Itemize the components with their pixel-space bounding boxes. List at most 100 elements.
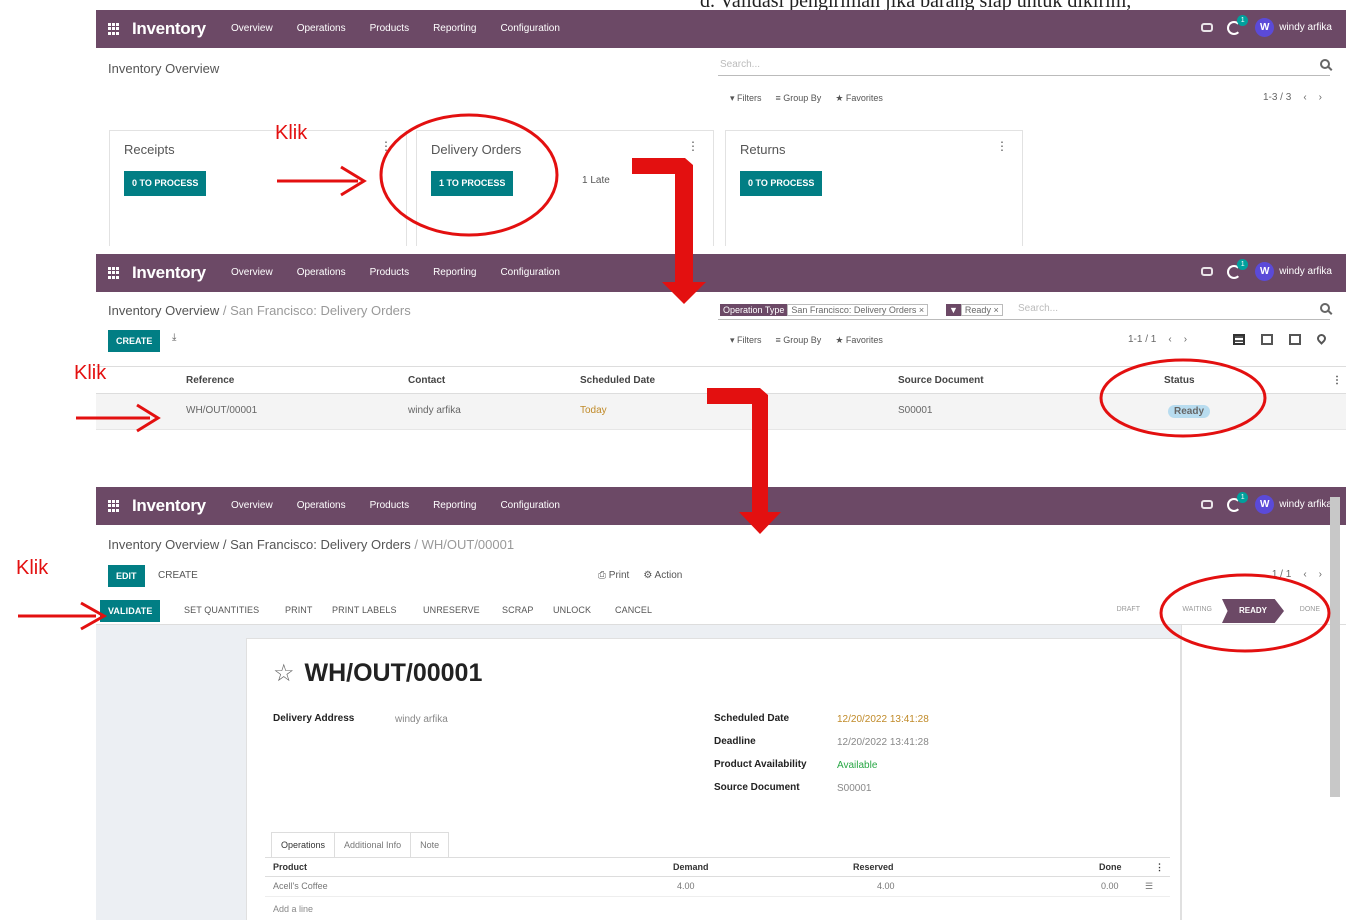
calendar-view-icon[interactable] [1289,334,1301,345]
pager-value[interactable]: 1-1 / 1 [1128,334,1156,345]
row-reference[interactable]: WH/OUT/00001 [186,405,257,416]
unreserve-button[interactable]: UNRESERVE [423,605,480,615]
to-process-button[interactable]: 0 TO PROCESS [124,171,207,196]
search-icon[interactable] [1320,303,1330,313]
menu-products[interactable]: Products [370,267,409,278]
map-view-icon[interactable] [1315,332,1328,345]
group-by-button[interactable]: ≡ Group By [776,335,822,346]
to-process-button[interactable]: 1 TO PROCESS [431,171,514,196]
delivery-address-value[interactable]: windy arfika [395,714,448,725]
breadcrumb-overview-link[interactable]: Inventory Overview [108,537,219,552]
kanban-view-icon[interactable] [1261,334,1273,345]
menu-configuration[interactable]: Configuration [500,267,559,278]
menu-reporting[interactable]: Reporting [433,267,476,278]
menu-products[interactable]: Products [370,500,409,511]
list-view-icon[interactable] [1233,334,1245,345]
favorites-button[interactable]: ★ Favorites [835,335,883,346]
scrollbar[interactable] [1330,497,1340,797]
pager-prev-icon[interactable]: ‹ [1303,92,1306,103]
stage-waiting[interactable]: WAITING [1182,606,1212,613]
table-row[interactable]: WH/OUT/00001 windy arfika Today S00001 R… [96,394,1346,430]
column-contact[interactable]: Contact [408,375,445,386]
column-reference[interactable]: Reference [186,375,234,386]
create-button[interactable]: CREATE [158,570,198,581]
row-product[interactable]: Acell's Coffee [273,881,328,891]
chat-icon[interactable] [1201,500,1214,509]
facet-operation-type[interactable]: Operation Type San Francisco: Delivery O… [720,303,929,317]
create-button[interactable]: CREATE [108,330,161,352]
menu-overview[interactable]: Overview [231,23,273,34]
print-button[interactable]: ⎙ Print [598,570,629,581]
menu-reporting[interactable]: Reporting [433,23,476,34]
to-process-button[interactable]: 0 TO PROCESS [740,171,823,196]
deadline-value[interactable]: 12/20/2022 13:41:28 [837,737,929,748]
action-button[interactable]: ⚙ Action [643,570,682,581]
menu-overview[interactable]: Overview [231,500,273,511]
pager-prev-icon[interactable]: ‹ [1168,334,1171,345]
stage-draft[interactable]: DRAFT [1117,606,1140,613]
scrap-button[interactable]: SCRAP [502,605,534,615]
download-icon[interactable]: ⤓ [172,332,176,343]
chat-icon[interactable] [1201,23,1214,32]
user-menu[interactable]: W windy arfika [1255,262,1332,281]
activity-clock-icon[interactable]: 1 [1227,14,1249,35]
app-name[interactable]: Inventory [132,496,206,516]
facet-status[interactable]: ▼ Ready × [946,303,1003,317]
user-menu[interactable]: W windy arfika [1255,18,1332,37]
pager-value[interactable]: 1 / 1 [1272,569,1291,580]
tab-additional-info[interactable]: Additional Info [335,832,412,857]
card-title[interactable]: Delivery Orders [431,142,521,157]
column-status[interactable]: Status [1164,375,1195,386]
filters-button[interactable]: ▾ Filters [730,335,762,346]
menu-operations[interactable]: Operations [297,500,346,511]
unlock-button[interactable]: UNLOCK [553,605,591,615]
column-options-icon[interactable]: ⋮ [1332,375,1342,386]
pager-value[interactable]: 1-3 / 3 [1263,92,1291,103]
card-menu-icon[interactable]: ⋮ [996,139,1008,153]
detail-list-icon[interactable]: ☰ [1145,881,1153,892]
validate-button[interactable]: VALIDATE [100,600,161,622]
tab-note[interactable]: Note [411,832,450,857]
table-row[interactable]: Acell's Coffee 4.00 4.00 0.00 ☰ [265,877,1170,897]
activity-clock-icon[interactable]: 1 [1227,491,1249,512]
set-quantities-button[interactable]: SET QUANTITIES [184,605,259,615]
pager-next-icon[interactable]: › [1319,569,1322,580]
menu-reporting[interactable]: Reporting [433,500,476,511]
source-document-value[interactable]: S00001 [837,783,871,794]
column-source-document[interactable]: Source Document [898,375,984,386]
late-link[interactable]: 1 Late [582,175,610,186]
pager-next-icon[interactable]: › [1184,334,1187,345]
search-bar[interactable]: Operation Type San Francisco: Delivery O… [718,300,1330,320]
column-scheduled-date[interactable]: Scheduled Date [580,375,655,386]
menu-operations[interactable]: Operations [297,267,346,278]
search-input[interactable]: Search... [720,59,760,70]
pager-prev-icon[interactable]: ‹ [1303,569,1306,580]
menu-operations[interactable]: Operations [297,23,346,34]
menu-overview[interactable]: Overview [231,267,273,278]
search-input[interactable]: Search... [1018,303,1058,314]
menu-configuration[interactable]: Configuration [500,23,559,34]
menu-configuration[interactable]: Configuration [500,500,559,511]
menu-products[interactable]: Products [370,23,409,34]
edit-button[interactable]: EDIT [108,565,145,587]
card-menu-icon[interactable]: ⋮ [380,139,392,153]
card-title[interactable]: Returns [740,142,786,157]
card-menu-icon[interactable]: ⋮ [687,139,699,153]
activity-clock-icon[interactable]: 1 [1227,258,1249,279]
breadcrumb-overview-link[interactable]: Inventory Overview [108,303,219,318]
add-line-link[interactable]: Add a line [273,904,313,914]
user-menu[interactable]: W windy arfika [1255,495,1332,514]
breadcrumb-delivery-orders-link[interactable]: San Francisco: Delivery Orders [230,537,411,552]
print-labels-button[interactable]: PRINT LABELS [332,605,397,615]
stage-done[interactable]: DONE [1300,606,1320,613]
column-options-icon[interactable]: ⋮ [1155,862,1164,873]
apps-grid-icon[interactable] [108,23,120,35]
search-bar[interactable]: Search... [718,56,1330,76]
group-by-button[interactable]: ≡ Group By [776,93,822,104]
scheduled-date-value[interactable]: 12/20/2022 13:41:28 [837,714,929,725]
print-status-button[interactable]: PRINT [285,605,313,615]
filters-button[interactable]: ▾ Filters [730,93,762,104]
apps-grid-icon[interactable] [108,267,120,279]
cancel-button[interactable]: CANCEL [615,605,652,615]
pager-next-icon[interactable]: › [1319,92,1322,103]
